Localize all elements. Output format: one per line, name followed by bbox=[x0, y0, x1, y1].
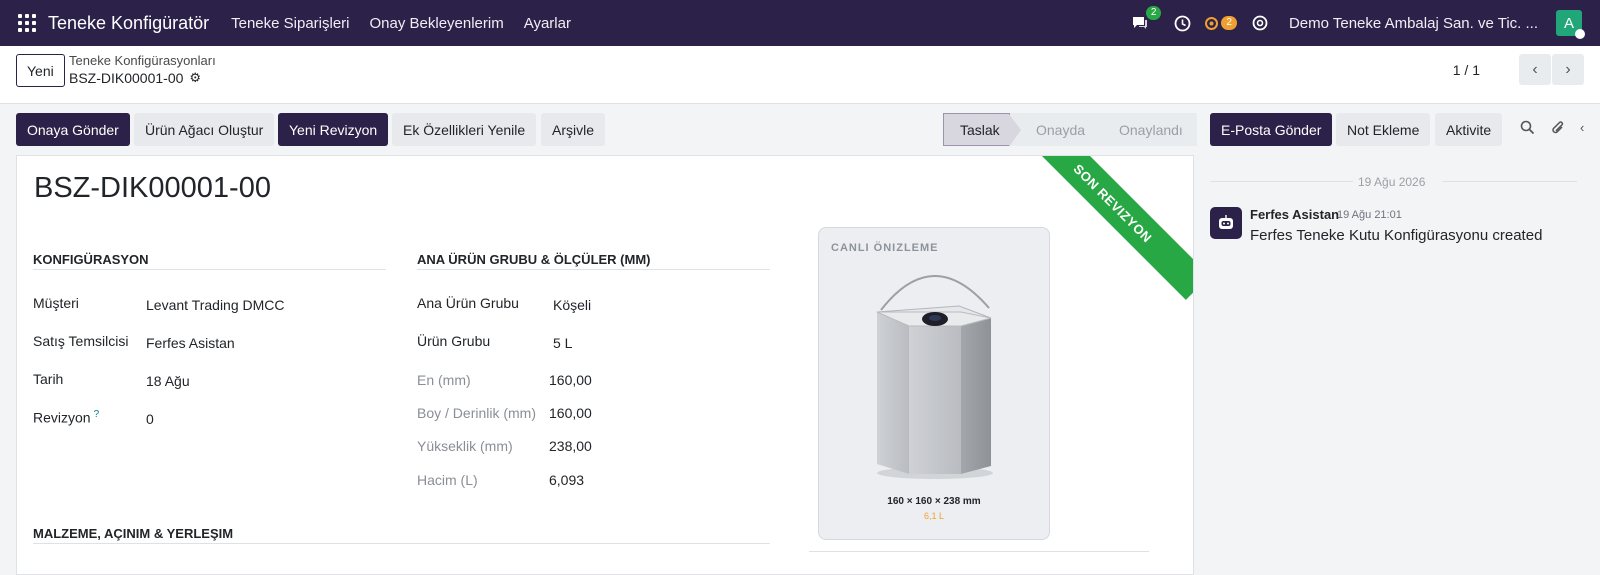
field-label-volume: Hacim (L) bbox=[417, 472, 478, 488]
avatar-letter: A bbox=[1563, 14, 1574, 32]
live-preview-card: CANLI ÖNIZLEME 160 × 160 × 238 mm 6,1 L bbox=[818, 227, 1050, 540]
followers-icon[interactable]: ‹ bbox=[1580, 120, 1584, 135]
field-salesperson[interactable]: Ferfes Asistan bbox=[146, 335, 235, 351]
preview-title: CANLI ÖNIZLEME bbox=[831, 242, 939, 254]
app-title[interactable]: Teneke Konfigüratör bbox=[48, 13, 209, 34]
pager-next-button[interactable]: › bbox=[1552, 54, 1584, 85]
activity-button[interactable]: Aktivite bbox=[1435, 113, 1503, 146]
clock-icon[interactable] bbox=[1171, 12, 1193, 34]
stage-label: Onaylandı bbox=[1119, 121, 1183, 138]
menu-teneke-siparisleri[interactable]: Teneke Siparişleri bbox=[231, 15, 349, 32]
stage-label: Taslak bbox=[960, 121, 1000, 138]
stage-label: Onayda bbox=[1036, 121, 1086, 138]
date-separator: 19 Ağu 2026 bbox=[1210, 175, 1577, 189]
stage-onaylandi[interactable]: Onaylandı bbox=[1093, 113, 1197, 146]
message-body: Ferfes Teneke Kutu Konfigürasyonu create… bbox=[1250, 227, 1543, 244]
refresh-attributes-button[interactable]: Ek Özellikleri Yenile bbox=[392, 113, 537, 146]
field-date[interactable]: 18 Ağu bbox=[146, 373, 190, 389]
log-note-button[interactable]: Not Ekleme bbox=[1336, 113, 1431, 146]
field-depth: 160,00 bbox=[549, 405, 592, 421]
send-for-approval-button[interactable]: Onaya Gönder bbox=[16, 113, 130, 146]
field-label-revision: Revizyon? bbox=[33, 409, 100, 426]
record-name: BSZ-DIK00001-00 bbox=[69, 70, 184, 86]
search-icon[interactable] bbox=[1520, 120, 1535, 140]
menu-onay-bekleyenlerim[interactable]: Onay Bekleyenlerim bbox=[370, 15, 504, 32]
breadcrumb-current: BSZ-DIK00001-00 ⚙ bbox=[69, 70, 201, 86]
stage-onayda[interactable]: Onayda bbox=[1010, 113, 1105, 146]
field-customer[interactable]: Levant Trading DMCC bbox=[146, 297, 285, 313]
field-main-group[interactable]: Köşeli bbox=[553, 297, 591, 313]
date-separator-label: 19 Ağu 2026 bbox=[1353, 175, 1431, 189]
help-icon[interactable]: ? bbox=[94, 409, 100, 420]
company-switcher[interactable]: Demo Teneke Ambalaj San. ve Tic. ... bbox=[1289, 15, 1538, 32]
stage-taslak[interactable]: Taslak bbox=[943, 113, 1021, 147]
create-bom-button[interactable]: Ürün Ağacı Oluştur bbox=[134, 113, 275, 146]
product-group-title: ANA ÜRÜN GRUBU & ÖLÇÜLER (MM) bbox=[417, 252, 770, 270]
field-label-main-group: Ana Ürün Grubu bbox=[417, 295, 519, 311]
divider bbox=[809, 551, 1149, 552]
field-label-width: En (mm) bbox=[417, 372, 471, 388]
field-label-date: Tarih bbox=[33, 371, 64, 387]
status-bar: Taslak Onayda Onaylandı bbox=[943, 113, 1197, 147]
top-navbar: Teneke Konfigüratör Teneke Siparişleri O… bbox=[0, 0, 1600, 46]
paperclip-icon[interactable] bbox=[1550, 120, 1566, 142]
archive-button[interactable]: Arşivle bbox=[541, 113, 606, 146]
config-group-title: KONFIGÜRASYON bbox=[33, 252, 386, 270]
status-dot-icon bbox=[1575, 29, 1585, 39]
pager-previous-button[interactable]: ‹ bbox=[1519, 54, 1551, 85]
field-label-depth: Boy / Derinlik (mm) bbox=[417, 405, 537, 421]
tin-can-illustration bbox=[876, 275, 993, 479]
bot-avatar[interactable] bbox=[1210, 207, 1242, 239]
field-height: 238,00 bbox=[549, 438, 592, 454]
pager-value[interactable]: 1 / 1 bbox=[1453, 62, 1480, 78]
record-title[interactable]: BSZ-DIK00001-00 bbox=[34, 172, 271, 205]
field-revision[interactable]: 0 bbox=[146, 411, 154, 427]
field-volume: 6,093 bbox=[549, 472, 585, 488]
activities-badge: 2 bbox=[1221, 16, 1237, 30]
gear-icon[interactable]: ⚙ bbox=[189, 70, 201, 86]
support-icon[interactable] bbox=[1249, 12, 1271, 34]
menu-ayarlar[interactable]: Ayarlar bbox=[524, 15, 571, 32]
breadcrumb[interactable]: Teneke Konfigürasyonları bbox=[69, 53, 216, 68]
field-width: 160,00 bbox=[549, 372, 592, 388]
message-author[interactable]: Ferfes Asistan bbox=[1250, 207, 1339, 222]
new-button[interactable]: Yeni bbox=[16, 54, 65, 87]
preview-dimensions: 160 × 160 × 238 mm bbox=[887, 496, 981, 507]
send-email-button[interactable]: E-Posta Gönder bbox=[1210, 113, 1333, 146]
message-date: 19 Ağu 21:01 bbox=[1337, 209, 1402, 221]
field-label-salesperson: Satış Temsilcisi bbox=[33, 333, 129, 349]
field-label-height: Yükseklik (mm) bbox=[417, 438, 513, 454]
user-avatar[interactable]: A bbox=[1556, 10, 1585, 39]
apps-menu-icon[interactable] bbox=[18, 14, 36, 32]
messages-icon[interactable]: 2 bbox=[1129, 6, 1162, 34]
new-revision-button[interactable]: Yeni Revizyon bbox=[278, 113, 389, 146]
field-label-product-group: Ürün Grubu bbox=[417, 333, 491, 349]
material-group-title: MALZEME, AÇINIM & YERLEŞIM bbox=[33, 526, 770, 544]
field-label-customer: Müşteri bbox=[33, 295, 79, 311]
form-sheet: BSZ-DIK00001-00 SON REVIZYON KONFIGÜRASY… bbox=[16, 155, 1194, 575]
messages-badge: 2 bbox=[1145, 6, 1162, 20]
preview-volume: 6,1 L bbox=[923, 511, 945, 521]
activities-icon[interactable]: 2 bbox=[1205, 12, 1237, 34]
field-product-group[interactable]: 5 L bbox=[553, 335, 572, 351]
control-panel: Yeni Teneke Konfigürasyonları BSZ-DIK000… bbox=[0, 46, 1600, 104]
